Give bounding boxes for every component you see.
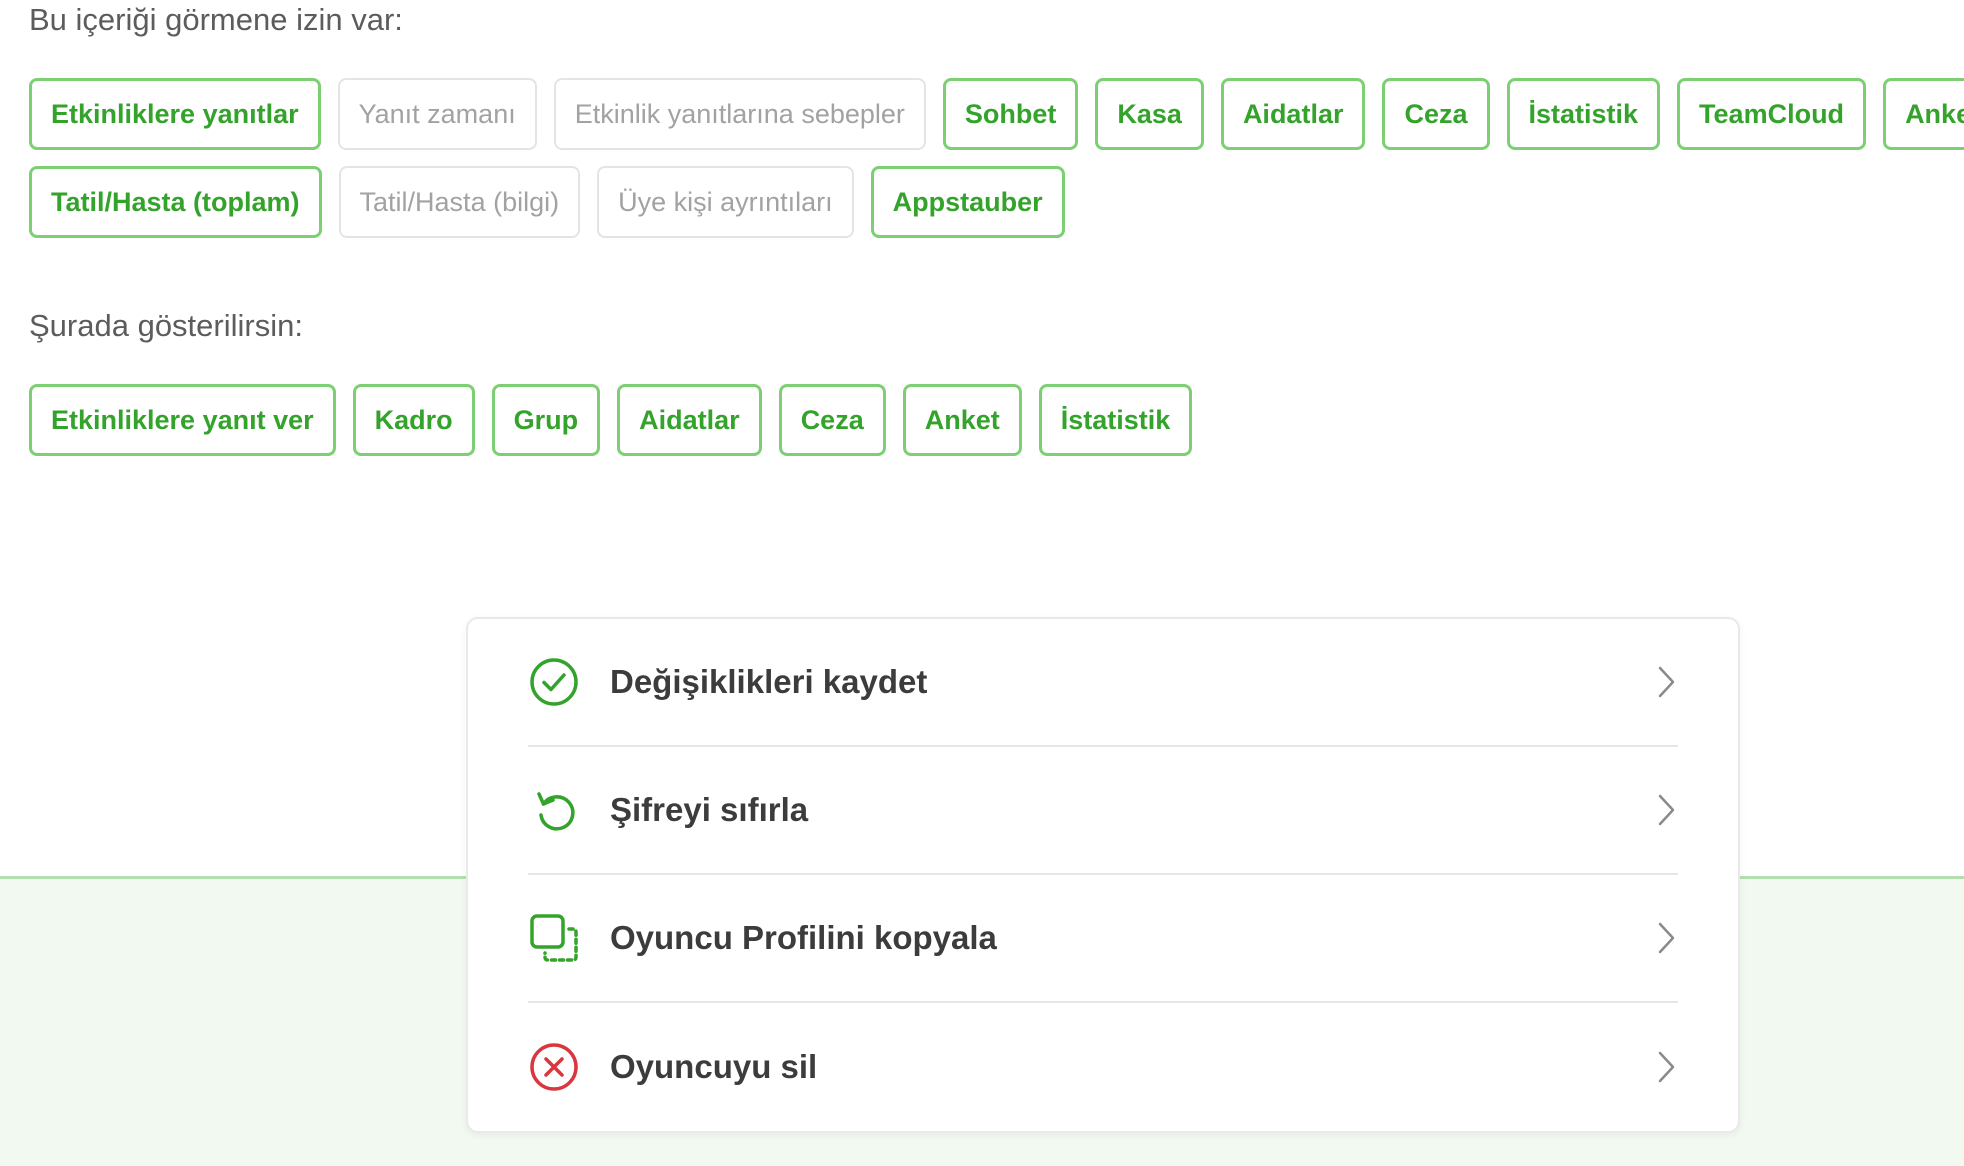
tag-response-reasons[interactable]: Etkinlik yanıtlarına sebepler xyxy=(553,78,926,150)
tag-vacation-sick-total[interactable]: Tatil/Hasta (toplam) xyxy=(29,166,322,238)
copy-icon xyxy=(528,912,580,964)
delete-player-label: Oyuncuyu sil xyxy=(610,1048,818,1085)
reset-icon xyxy=(528,784,580,836)
shown-in-label: Şurada gösterilirsin: xyxy=(29,308,303,343)
tag-cashbox[interactable]: Kasa xyxy=(1095,78,1204,150)
tag-penalty-shown[interactable]: Ceza xyxy=(778,384,886,456)
visibility-label: Bu içeriği görmene izin var: xyxy=(29,2,403,37)
delete-player-button[interactable]: Oyuncuyu sil xyxy=(528,1003,1678,1131)
tag-vacation-sick-info[interactable]: Tatil/Hasta (bilgi) xyxy=(338,166,581,238)
tag-respond-to-events[interactable]: Etkinliklere yanıt ver xyxy=(29,384,336,456)
shown-in-row: Etkinliklere yanıt ver Kadro Grup Aidatl… xyxy=(29,384,1193,456)
tag-dues-shown[interactable]: Aidatlar xyxy=(617,384,762,456)
tag-dues[interactable]: Aidatlar xyxy=(1220,78,1366,150)
copy-player-profile-label: Oyuncu Profilini kopyala xyxy=(610,919,997,956)
copy-player-profile-button[interactable]: Oyuncu Profilini kopyala xyxy=(528,875,1678,1003)
delete-circle-icon xyxy=(528,1041,580,1093)
tag-response-time[interactable]: Yanıt zamanı xyxy=(337,78,537,150)
chevron-right-icon xyxy=(1654,792,1678,828)
tag-roster[interactable]: Kadro xyxy=(352,384,475,456)
chevron-right-icon xyxy=(1654,1049,1678,1085)
visibility-row-1: Etkinliklere yanıtlar Yanıt zamanı Etkin… xyxy=(29,78,1964,150)
reset-password-label: Şifreyi sıfırla xyxy=(610,791,809,828)
tag-event-responses[interactable]: Etkinliklere yanıtlar xyxy=(29,78,321,150)
save-changes-label: Değişiklikleri kaydet xyxy=(610,663,928,700)
tag-poll-shown[interactable]: Anket xyxy=(902,384,1022,456)
tag-poll[interactable]: Anket xyxy=(1883,78,1964,150)
chevron-right-icon xyxy=(1654,920,1678,956)
check-circle-icon xyxy=(528,656,580,708)
tag-statistics-shown[interactable]: İstatistik xyxy=(1038,384,1193,456)
visibility-row-2: Tatil/Hasta (toplam) Tatil/Hasta (bilgi)… xyxy=(29,166,1065,238)
chevron-right-icon xyxy=(1654,664,1678,700)
tag-chat[interactable]: Sohbet xyxy=(942,78,1079,150)
tag-appstauber[interactable]: Appstauber xyxy=(870,166,1065,238)
action-panel: Değişiklikleri kaydet Şifreyi sıfırla Oy… xyxy=(466,617,1740,1133)
tag-teamcloud[interactable]: TeamCloud xyxy=(1677,78,1867,150)
tag-statistics[interactable]: İstatistik xyxy=(1506,78,1661,150)
tag-member-contact-details[interactable]: Üye kişi ayrıntıları xyxy=(597,166,854,238)
reset-password-button[interactable]: Şifreyi sıfırla xyxy=(528,747,1678,875)
tag-penalty[interactable]: Ceza xyxy=(1382,78,1490,150)
tag-group[interactable]: Grup xyxy=(491,384,601,456)
save-changes-button[interactable]: Değişiklikleri kaydet xyxy=(528,619,1678,747)
